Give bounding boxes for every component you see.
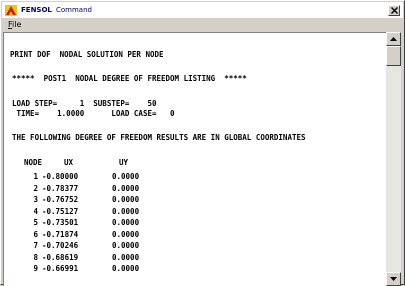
arrow-down-icon [390,277,397,281]
ux-cell: -0.68619 [42,252,79,262]
scroll-thumb[interactable] [386,46,401,66]
menu-bar: File [2,18,403,32]
command-window: FENSOL Command File PRINT DOF NODAL SOLU… [0,0,405,286]
ux-cell: -0.75127 [42,206,79,216]
listing-title: ***** POST1 NODAL DEGREE OF FREEDOM LIST… [12,74,247,83]
arrow-up-icon [390,37,397,41]
uy-cell: 0.0000 [112,264,140,273]
uy-cell: 0.0000 [112,195,140,204]
uy-cell: 0.0000 [112,252,140,262]
ux-cell: -0.71874 [42,229,79,239]
load-step-line: LOAD STEP= 1 SUBSTEP= 50 [12,99,157,108]
ux-cell: -0.66991 [42,264,79,273]
node-cell: 6 [33,229,38,239]
output-area[interactable]: PRINT DOF NODAL SOLUTION PER NODE ***** … [3,32,386,286]
ux-cell: -0.70246 [42,241,79,250]
header-line: PRINT DOF NODAL SOLUTION PER NODE [10,50,164,59]
node-cell: 2 [33,183,38,193]
title-bar[interactable]: FENSOL Command [2,2,403,18]
app-logo-icon [5,5,17,16]
app-name: FENSOL [21,6,52,14]
ux-cell: -0.80000 [42,172,79,181]
node-cell: 9 [33,264,38,273]
node-cell: 8 [33,252,38,262]
uy-cell: 0.0000 [112,206,140,216]
ux-cell: -0.73501 [42,218,79,227]
menu-file[interactable]: File [8,20,21,29]
node-cell: 3 [33,195,38,204]
uy-cell: 0.0000 [112,183,140,193]
close-icon [391,7,398,14]
column-header-uy: UY [119,158,129,167]
column-header-ux: UX [64,158,74,167]
vertical-scrollbar[interactable] [386,32,401,286]
window-title: Command [56,6,92,14]
column-header-node: NODE [24,158,43,167]
node-cell: 1 [33,172,38,181]
ux-cell: -0.76752 [42,195,79,204]
node-cell: 4 [33,206,38,216]
uy-cell: 0.0000 [112,229,140,239]
ux-cell: -0.78377 [42,183,79,193]
scroll-up-button[interactable] [386,32,401,46]
close-button[interactable] [388,5,400,16]
uy-cell: 0.0000 [112,172,140,181]
node-cell: 7 [33,241,38,250]
time-line: TIME= 1.0000 LOAD CASE= 0 [12,109,175,118]
node-cell: 5 [33,218,38,227]
scroll-down-button[interactable] [386,272,401,286]
uy-cell: 0.0000 [112,241,140,250]
uy-cell: 0.0000 [112,218,140,227]
menu-file-label: ile [12,20,22,29]
results-line: THE FOLLOWING DEGREE OF FREEDOM RESULTS … [12,133,306,142]
